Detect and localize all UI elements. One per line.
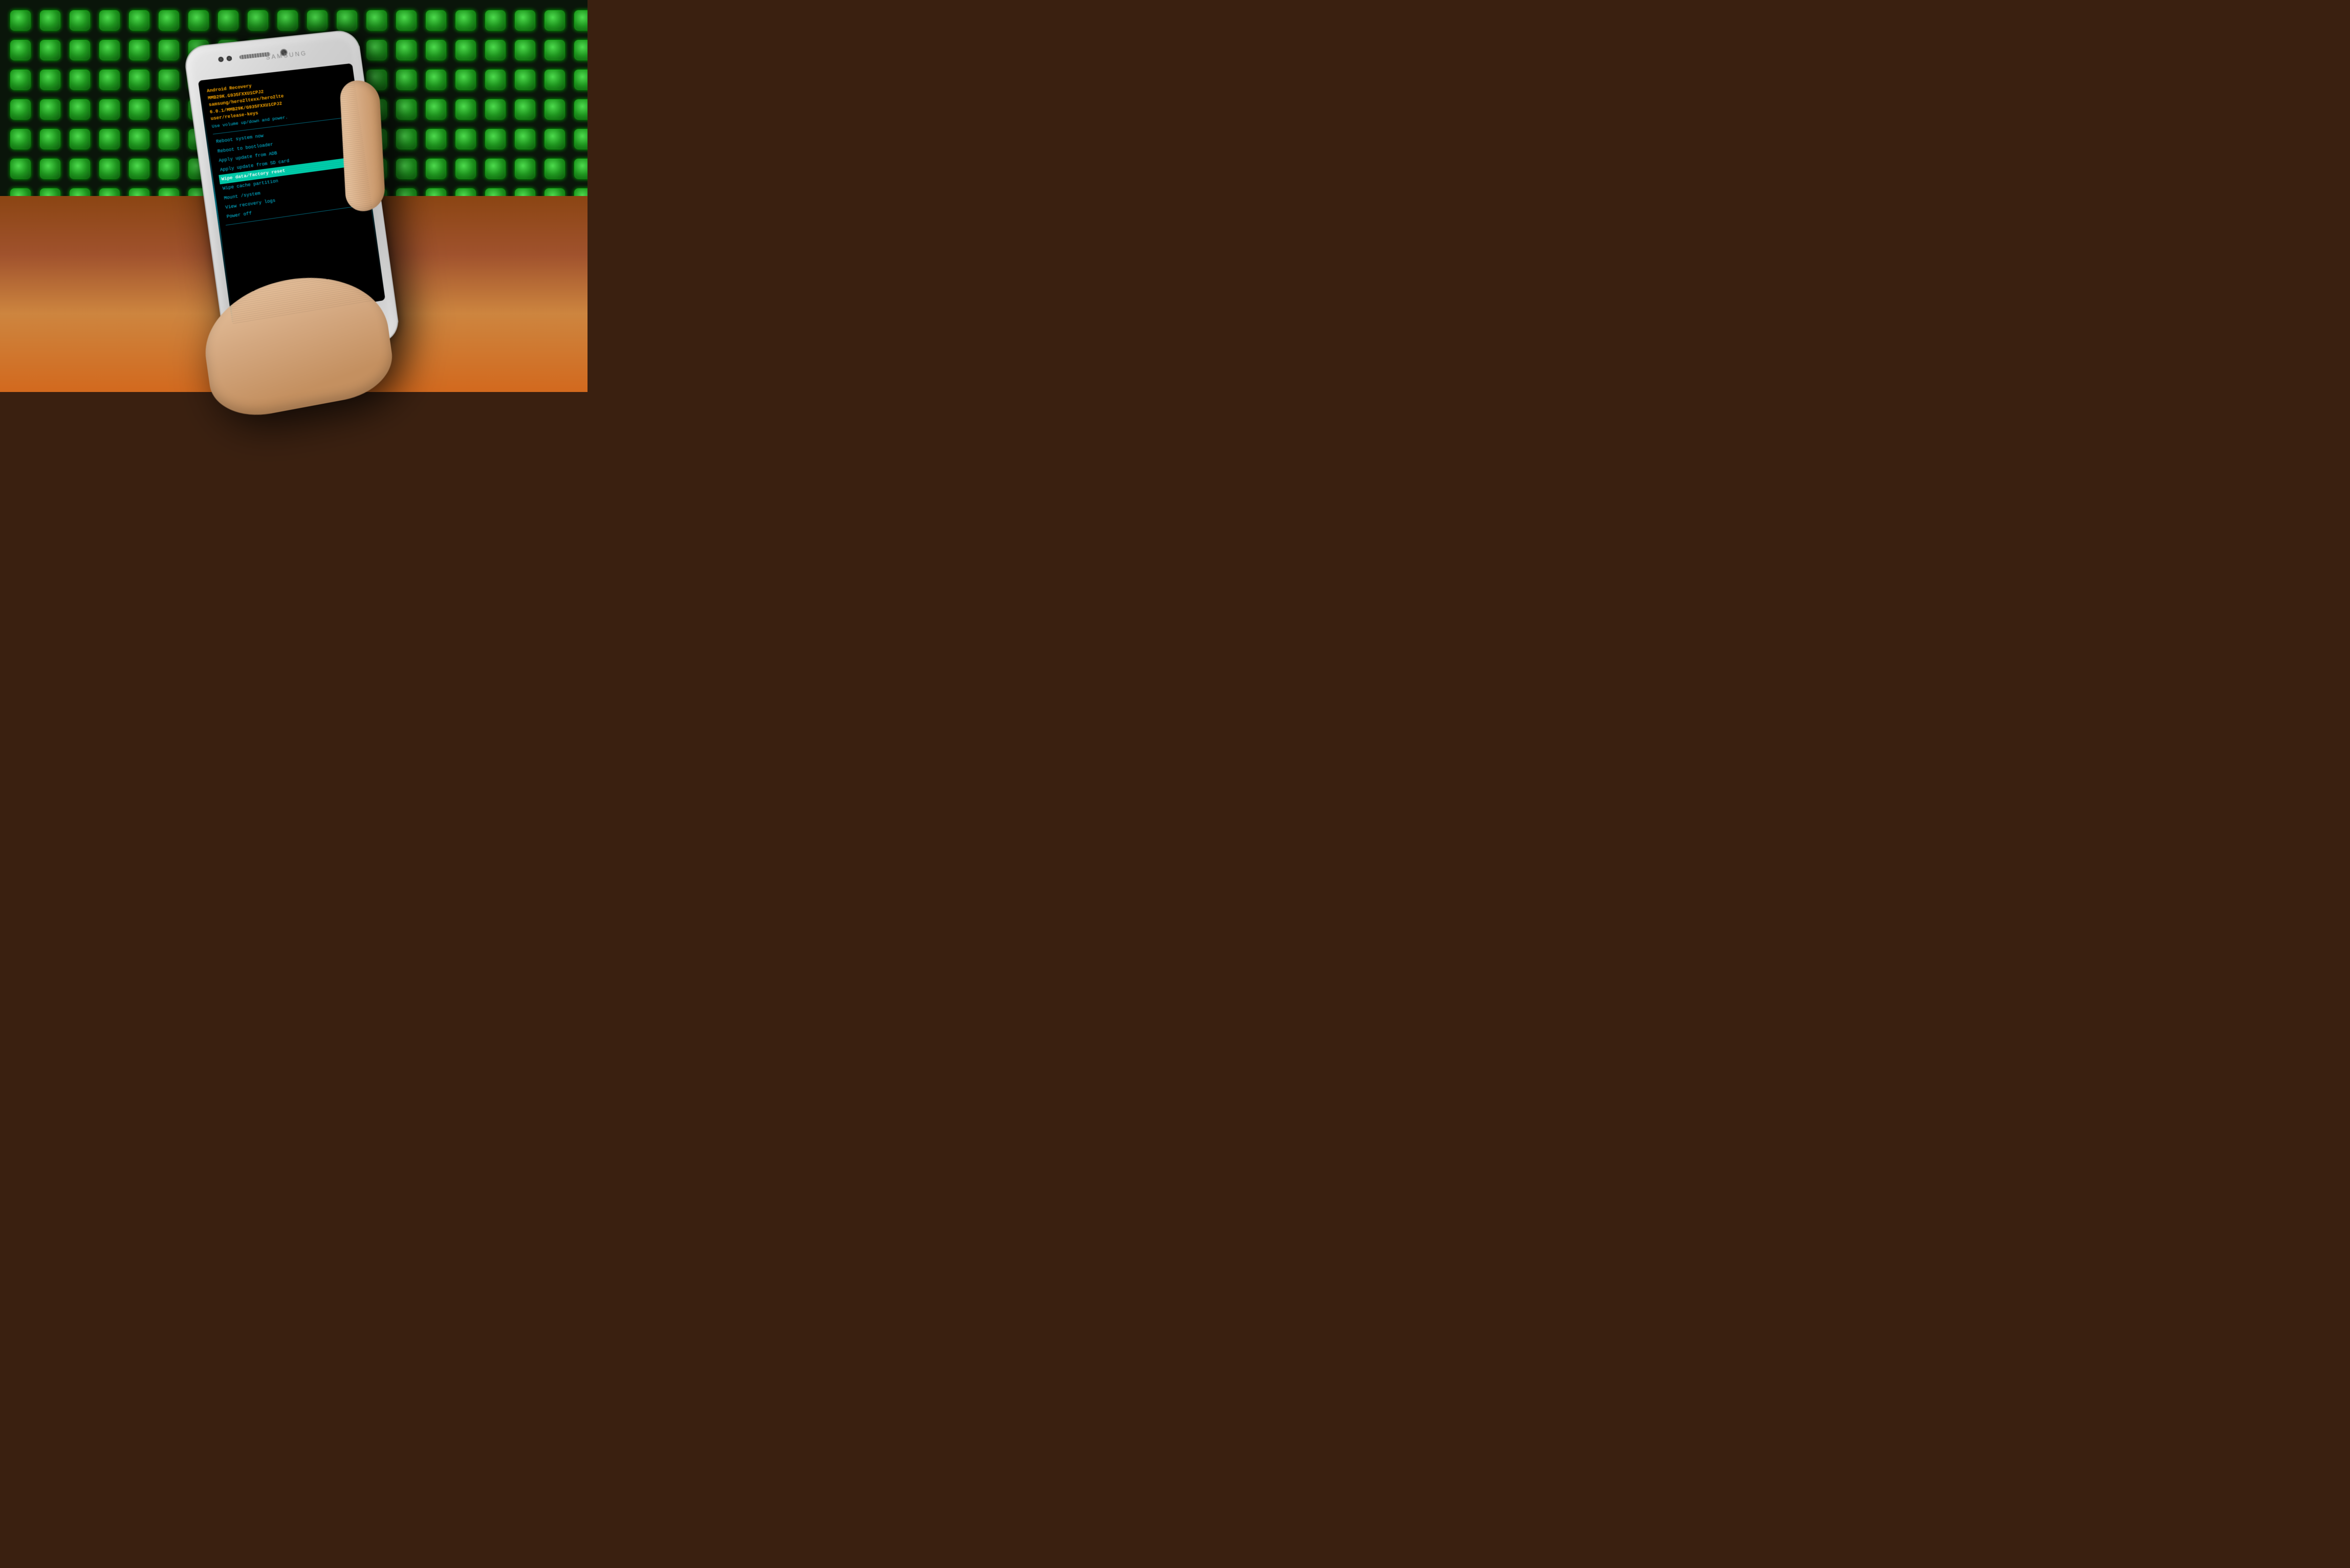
sensor-dots	[218, 56, 232, 62]
keyboard-key	[545, 99, 565, 120]
keyboard-key	[70, 99, 90, 120]
keyboard-key	[485, 10, 506, 31]
keyboard-key	[574, 40, 588, 60]
keyboard-key	[159, 129, 179, 149]
keyboard-key	[99, 40, 120, 60]
keyboard-key	[426, 129, 446, 149]
keyboard-key	[574, 70, 588, 90]
keyboard-key	[396, 40, 417, 60]
keyboard-key	[426, 40, 446, 60]
keyboard-key	[545, 10, 565, 31]
keyboard-key	[426, 10, 446, 31]
keyboard-key	[337, 10, 357, 31]
keyboard-key	[10, 40, 31, 60]
keyboard-key	[455, 159, 476, 179]
keyboard-key	[129, 159, 149, 179]
keyboard-key	[455, 40, 476, 60]
keyboard-key	[70, 129, 90, 149]
keyboard-key	[574, 99, 588, 120]
keyboard-key	[129, 70, 149, 90]
keyboard-key	[366, 10, 387, 31]
keyboard-key	[515, 40, 535, 60]
keyboard-key	[485, 129, 506, 149]
keyboard-key	[426, 70, 446, 90]
keyboard-key	[277, 10, 298, 31]
keyboard-key	[426, 159, 446, 179]
keyboard-key	[485, 70, 506, 90]
keyboard-key	[485, 40, 506, 60]
keyboard-key	[396, 99, 417, 120]
keyboard-key	[10, 159, 31, 179]
keyboard-key	[426, 99, 446, 120]
keyboard-key	[40, 129, 60, 149]
keyboard-key	[396, 70, 417, 90]
proximity-sensor	[218, 56, 224, 62]
keyboard-key	[129, 40, 149, 60]
keyboard-key	[10, 70, 31, 90]
keyboard-key	[40, 40, 60, 60]
keyboard-key	[70, 70, 90, 90]
keyboard-key	[574, 159, 588, 179]
keyboard-key	[455, 10, 476, 31]
keyboard-key	[129, 10, 149, 31]
keyboard-key	[515, 10, 535, 31]
keyboard-key	[218, 10, 238, 31]
keyboard-key	[545, 70, 565, 90]
keyboard-key	[515, 129, 535, 149]
keyboard-key	[159, 70, 179, 90]
keyboard-key	[99, 99, 120, 120]
keyboard-key	[545, 129, 565, 149]
keyboard-key	[545, 159, 565, 179]
keyboard-key	[99, 159, 120, 179]
keyboard-key	[455, 70, 476, 90]
keyboard-key	[188, 10, 209, 31]
keyboard-key	[515, 159, 535, 179]
keyboard-key	[485, 159, 506, 179]
keyboard-key	[70, 159, 90, 179]
recovery-header: Android Recovery MMB29K.G935FXXU1CPJ2 sa…	[206, 72, 352, 130]
keyboard-key	[99, 129, 120, 149]
keyboard-key	[455, 129, 476, 149]
keyboard-key	[574, 129, 588, 149]
keyboard-key	[40, 159, 60, 179]
keyboard-key	[40, 10, 60, 31]
keyboard-key	[99, 70, 120, 90]
keyboard-key	[159, 99, 179, 120]
keyboard-key	[574, 10, 588, 31]
keyboard-key	[455, 99, 476, 120]
keyboard-key	[248, 10, 268, 31]
keyboard-key	[159, 159, 179, 179]
keyboard-key	[70, 10, 90, 31]
keyboard-key	[485, 99, 506, 120]
keyboard-key	[159, 10, 179, 31]
keyboard-key	[10, 99, 31, 120]
keyboard-key	[40, 99, 60, 120]
keyboard-key	[396, 159, 417, 179]
keyboard-key	[515, 99, 535, 120]
keyboard-key	[545, 40, 565, 60]
keyboard-key	[129, 99, 149, 120]
keyboard-key	[307, 10, 328, 31]
keyboard-key	[10, 129, 31, 149]
keyboard-key	[99, 10, 120, 31]
main-scene: SAMSUNG Android Recovery MMB29K.G935FXXU…	[207, 37, 381, 355]
thumb	[339, 80, 386, 212]
keyboard-key	[515, 70, 535, 90]
keyboard-key	[70, 40, 90, 60]
keyboard-key	[159, 40, 179, 60]
phone-wrapper: SAMSUNG Android Recovery MMB29K.G935FXXU…	[184, 30, 400, 368]
keyboard-key	[129, 129, 149, 149]
keyboard-key	[396, 10, 417, 31]
front-sensor	[226, 56, 232, 61]
keyboard-key	[40, 70, 60, 90]
keyboard-key	[396, 129, 417, 149]
keyboard-key	[10, 10, 31, 31]
